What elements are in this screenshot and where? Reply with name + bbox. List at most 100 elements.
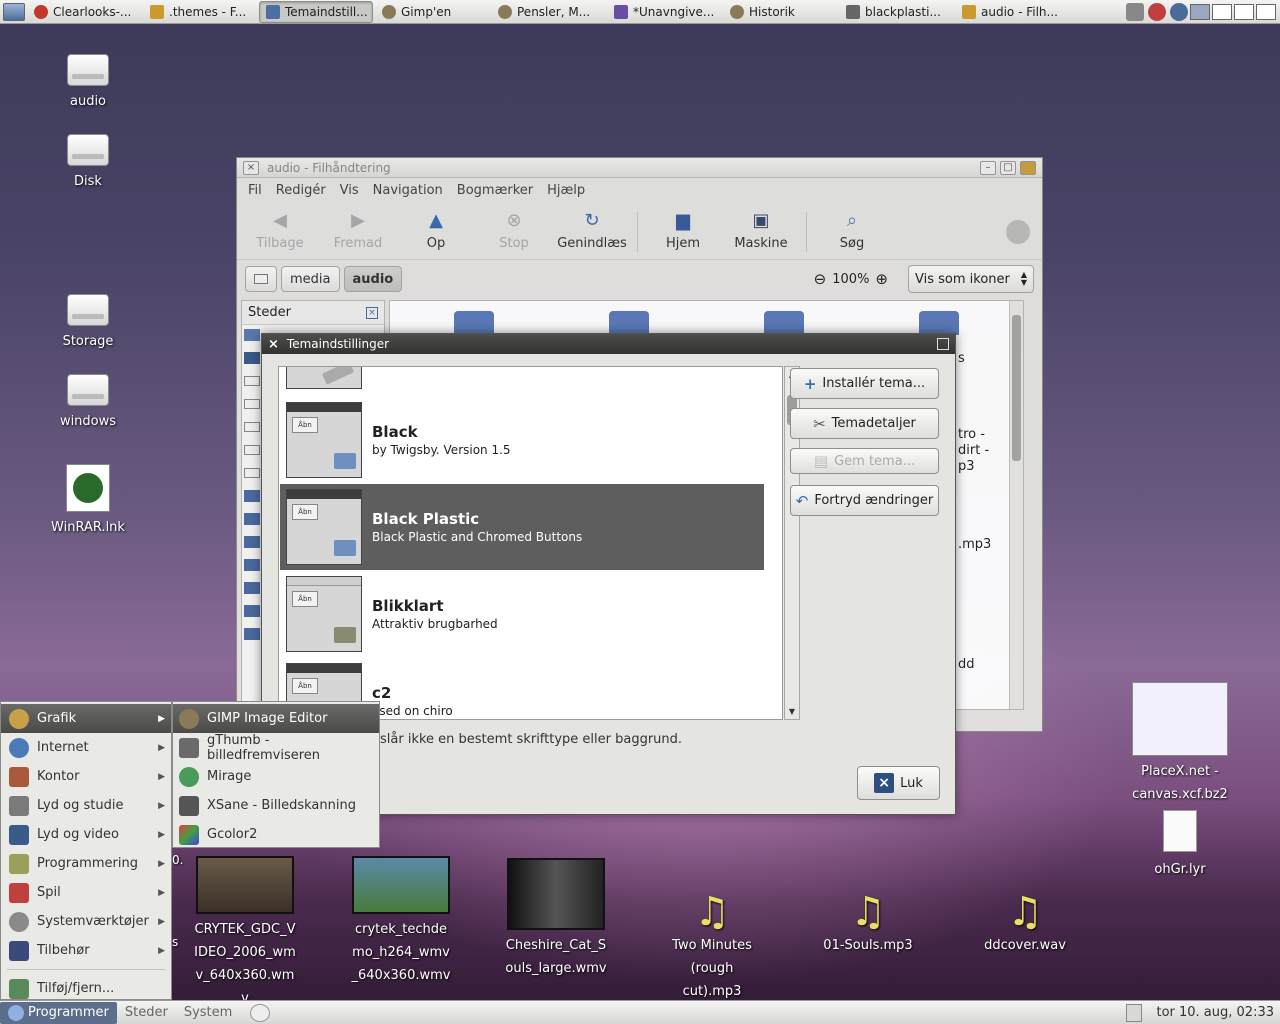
desktop-icon-windows[interactable]: windows xyxy=(33,374,143,433)
menu-item-gthumb[interactable]: gThumb - billedfremviseren xyxy=(173,733,379,763)
task-untitled[interactable]: *Unavngive... xyxy=(607,1,721,23)
menu-navigation[interactable]: Navigation xyxy=(366,183,450,198)
task-brushes[interactable]: Pensler, M... xyxy=(491,1,605,23)
menu-item-audio-studio[interactable]: Lyd og studie ▶ xyxy=(1,791,171,820)
menu-item-internet[interactable]: Internet ▶ xyxy=(1,733,171,762)
zoom-out-icon[interactable]: ⊖ xyxy=(814,270,827,288)
desktop-file-placex[interactable]: PlaceX.net - canvas.xcf.bz2 xyxy=(1112,682,1248,806)
desktop-file-souls[interactable]: ♫ 01-Souls.mp3 xyxy=(812,890,924,957)
desktop-icon-winrar[interactable]: WinRAR.lnk xyxy=(33,464,143,539)
menu-item-audio-video[interactable]: Lyd og video ▶ xyxy=(1,820,171,849)
file-manager-titlebar[interactable]: × audio - Filhåndtering – □ xyxy=(237,158,1042,178)
crumb-media-button[interactable]: media xyxy=(281,266,340,292)
desktop-icon-disk[interactable]: Disk xyxy=(33,134,143,193)
task-clearlooks[interactable]: Clearlooks-... xyxy=(27,1,141,23)
task-audio-folder[interactable]: audio - Filh... xyxy=(955,1,1069,23)
stop-button[interactable]: ⊗ Stop xyxy=(475,206,553,251)
close-dialog-button[interactable]: × Luk xyxy=(857,766,940,800)
task-theme-settings[interactable]: Temaindstill... xyxy=(259,0,373,23)
show-desktop-icon[interactable] xyxy=(3,2,25,21)
folder-icon[interactable] xyxy=(919,311,959,335)
update-notifier-icon[interactable] xyxy=(250,1003,271,1022)
dialog-titlebar[interactable]: × Temaindstillinger xyxy=(262,334,955,354)
menu-item-games[interactable]: Spil ▶ xyxy=(1,878,171,907)
home-button[interactable]: ▆ Hjem xyxy=(644,206,722,251)
theme-row-black-plastic[interactable]: Åbn Black Plastic Black Plastic and Chro… xyxy=(280,484,764,570)
menu-item-graphics[interactable]: Grafik ▶ xyxy=(1,704,171,733)
workspace-3[interactable] xyxy=(1234,3,1254,20)
workspace-1[interactable] xyxy=(1190,3,1210,20)
theme-details-button[interactable]: ✂ Temadetaljer xyxy=(790,408,939,439)
theme-row-partial[interactable] xyxy=(280,367,764,391)
save-theme-button[interactable]: ▤ Gem tema... xyxy=(790,448,939,474)
menu-item-programming[interactable]: Programmering ▶ xyxy=(1,849,171,878)
folder-icon[interactable] xyxy=(764,311,804,335)
menu-view[interactable]: Vis xyxy=(333,183,366,198)
sidebar-close-icon[interactable]: × xyxy=(366,306,378,319)
folder-icon[interactable] xyxy=(609,311,649,335)
places-menu-button[interactable]: Steder xyxy=(117,1002,176,1024)
volume-icon[interactable] xyxy=(1148,2,1166,21)
window-minimize-icon[interactable]: – xyxy=(980,160,996,175)
scroll-down-icon[interactable]: ▼ xyxy=(785,704,799,719)
reload-button[interactable]: ↻ Genindlæs xyxy=(553,206,631,251)
zoom-level[interactable]: 100% xyxy=(832,272,869,287)
workspace-2[interactable] xyxy=(1212,3,1232,20)
task-themes-folder[interactable]: .themes - F... xyxy=(143,1,257,23)
menu-item-system-tools[interactable]: Systemværktøjer ▶ xyxy=(1,907,171,936)
search-button[interactable]: ⌕ Søg xyxy=(813,206,891,251)
up-button[interactable]: ▲ Op xyxy=(397,206,475,251)
revert-changes-button[interactable]: ↶ Fortryd ændringer xyxy=(790,485,939,516)
install-theme-button[interactable]: + Installér tema... xyxy=(790,368,939,399)
menu-item-gimp[interactable]: GIMP Image Editor xyxy=(173,704,379,733)
desktop-file-cheshire-cat[interactable]: Cheshire_Cat_Souls_large.wmv xyxy=(500,858,612,980)
back-button[interactable]: ◀ Tilbage xyxy=(241,206,319,251)
task-gimp[interactable]: Gimp'en xyxy=(375,1,489,23)
menu-item-xsane[interactable]: XSane - Billedskanning xyxy=(173,791,379,820)
system-menu-button[interactable]: System xyxy=(176,1002,240,1024)
crumb-root-button[interactable] xyxy=(245,266,277,292)
trash-icon[interactable] xyxy=(1126,1003,1143,1022)
programs-menu-button[interactable]: Programmer xyxy=(0,1001,117,1024)
cards-icon xyxy=(9,882,29,903)
file-view-scrollbar[interactable] xyxy=(1009,301,1023,709)
dialog-close-icon[interactable]: × xyxy=(268,337,279,352)
desktop-file-crytek-gdc[interactable]: CRYTEK_GDC_VIDEO_2006_wmv_640x360.wmv xyxy=(189,856,301,1010)
network-icon[interactable] xyxy=(1170,2,1188,21)
menu-bookmarks[interactable]: Bogmærker xyxy=(450,183,540,198)
desktop-icon-audio[interactable]: audio xyxy=(33,54,143,113)
desktop-file-ohgr[interactable]: ohGr.lyr xyxy=(1125,810,1235,881)
zoom-in-icon[interactable]: ⊕ xyxy=(875,270,888,288)
chat-icon[interactable] xyxy=(1126,2,1144,21)
menu-edit[interactable]: Redigér xyxy=(269,183,333,198)
desktop-icon-storage[interactable]: Storage xyxy=(33,294,143,353)
desktop-file-crytek-techdemo[interactable]: crytek_techdemo_h264_wmv_640x360.wmv xyxy=(345,856,457,987)
folder-icon[interactable] xyxy=(454,311,494,335)
desktop-file-ddcover[interactable]: ♫ ddcover.wav xyxy=(969,890,1081,957)
crumb-audio-button[interactable]: audio xyxy=(343,266,403,292)
toolbar-separator xyxy=(637,212,638,252)
forward-button[interactable]: ▶ Fremad xyxy=(319,206,397,251)
dialog-menu-icon[interactable] xyxy=(937,338,949,350)
menu-item-office[interactable]: Kontor ▶ xyxy=(1,762,171,791)
view-mode-select[interactable]: Vis som ikoner ▲ ▼ xyxy=(908,265,1034,293)
theme-row-blikklart[interactable]: Åbn Blikklart Attraktiv brugbarhed xyxy=(280,571,764,657)
menu-item-gcolor2[interactable]: Gcolor2 xyxy=(173,820,379,849)
window-maximize-icon[interactable]: □ xyxy=(1000,160,1016,175)
clock[interactable]: tor 10. aug, 02:33 xyxy=(1156,1005,1274,1020)
workspace-4[interactable] xyxy=(1256,3,1276,20)
window-menu-icon[interactable] xyxy=(1020,160,1036,175)
theme-row-black[interactable]: Åbn Black by Twigsby. Version 1.5 xyxy=(280,397,764,483)
menu-item-mirage[interactable]: Mirage xyxy=(173,762,379,791)
task-history[interactable]: Historik xyxy=(723,1,837,23)
sidebar-title[interactable]: Steder xyxy=(248,305,291,320)
menu-item-add-remove[interactable]: Tilføj/fjern... xyxy=(1,974,171,1003)
window-close-icon[interactable]: × xyxy=(243,160,259,175)
menu-item-accessories[interactable]: Tilbehør ▶ xyxy=(1,936,171,965)
desktop-file-two-minutes[interactable]: ♫ Two Minutes (rough cut).mp3 xyxy=(656,890,768,1003)
menu-file[interactable]: Fil xyxy=(241,183,269,198)
theme-list[interactable]: Åbn Black by Twigsby. Version 1.5 Åbn Bl… xyxy=(278,366,783,720)
menu-help[interactable]: Hjælp xyxy=(540,183,592,198)
computer-button[interactable]: ▣ Maskine xyxy=(722,206,800,251)
task-blackplastic[interactable]: blackplasti... xyxy=(839,1,953,23)
